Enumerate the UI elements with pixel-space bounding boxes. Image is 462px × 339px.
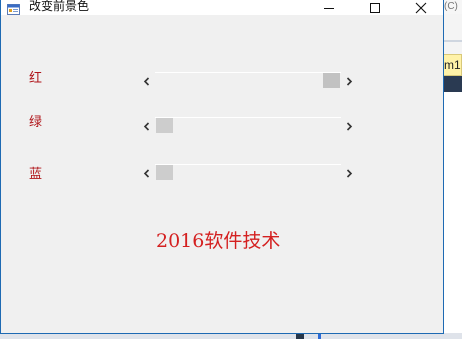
chevron-left-icon bbox=[143, 163, 151, 182]
red-scrollbar[interactable] bbox=[139, 72, 357, 89]
chevron-left-icon bbox=[143, 116, 151, 135]
sample-text: 2016软件技术 bbox=[156, 230, 281, 252]
blue-scroll-left-button[interactable] bbox=[139, 164, 155, 181]
green-scroll-track[interactable] bbox=[155, 117, 341, 134]
blue-scroll-thumb[interactable] bbox=[156, 165, 173, 180]
green-scroll-left-button[interactable] bbox=[139, 117, 155, 134]
green-scrollbar[interactable] bbox=[139, 117, 357, 134]
form-window: 改变前景色 红 绿 蓝 2016软件技术 bbox=[0, 0, 444, 334]
minimize-icon bbox=[323, 2, 335, 14]
background-tab[interactable]: m1 bbox=[441, 54, 462, 76]
green-label: 绿 bbox=[29, 115, 43, 130]
maximize-button[interactable] bbox=[353, 0, 397, 15]
chevron-right-icon bbox=[345, 116, 353, 135]
green-scroll-right-button[interactable] bbox=[341, 117, 357, 134]
close-button[interactable] bbox=[399, 0, 443, 15]
blue-scrollbar[interactable] bbox=[139, 164, 357, 181]
blue-scroll-track[interactable] bbox=[155, 164, 341, 181]
form-icon[interactable] bbox=[7, 0, 21, 15]
red-scroll-thumb[interactable] bbox=[323, 73, 340, 88]
minimize-button[interactable] bbox=[307, 0, 351, 15]
window-title: 改变前景色 bbox=[29, 0, 90, 13]
red-scroll-right-button[interactable] bbox=[341, 72, 357, 89]
maximize-icon bbox=[369, 2, 381, 14]
chevron-right-icon bbox=[345, 71, 353, 90]
close-icon bbox=[415, 2, 427, 14]
green-scroll-thumb[interactable] bbox=[156, 118, 173, 133]
blue-scroll-right-button[interactable] bbox=[341, 164, 357, 181]
red-scroll-left-button[interactable] bbox=[139, 72, 155, 89]
blue-label: 蓝 bbox=[29, 167, 43, 182]
red-scroll-track[interactable] bbox=[155, 72, 341, 89]
red-label: 红 bbox=[29, 71, 43, 86]
title-bar[interactable]: 改变前景色 bbox=[1, 0, 443, 15]
chevron-right-icon bbox=[345, 163, 353, 182]
chevron-left-icon bbox=[143, 71, 151, 90]
